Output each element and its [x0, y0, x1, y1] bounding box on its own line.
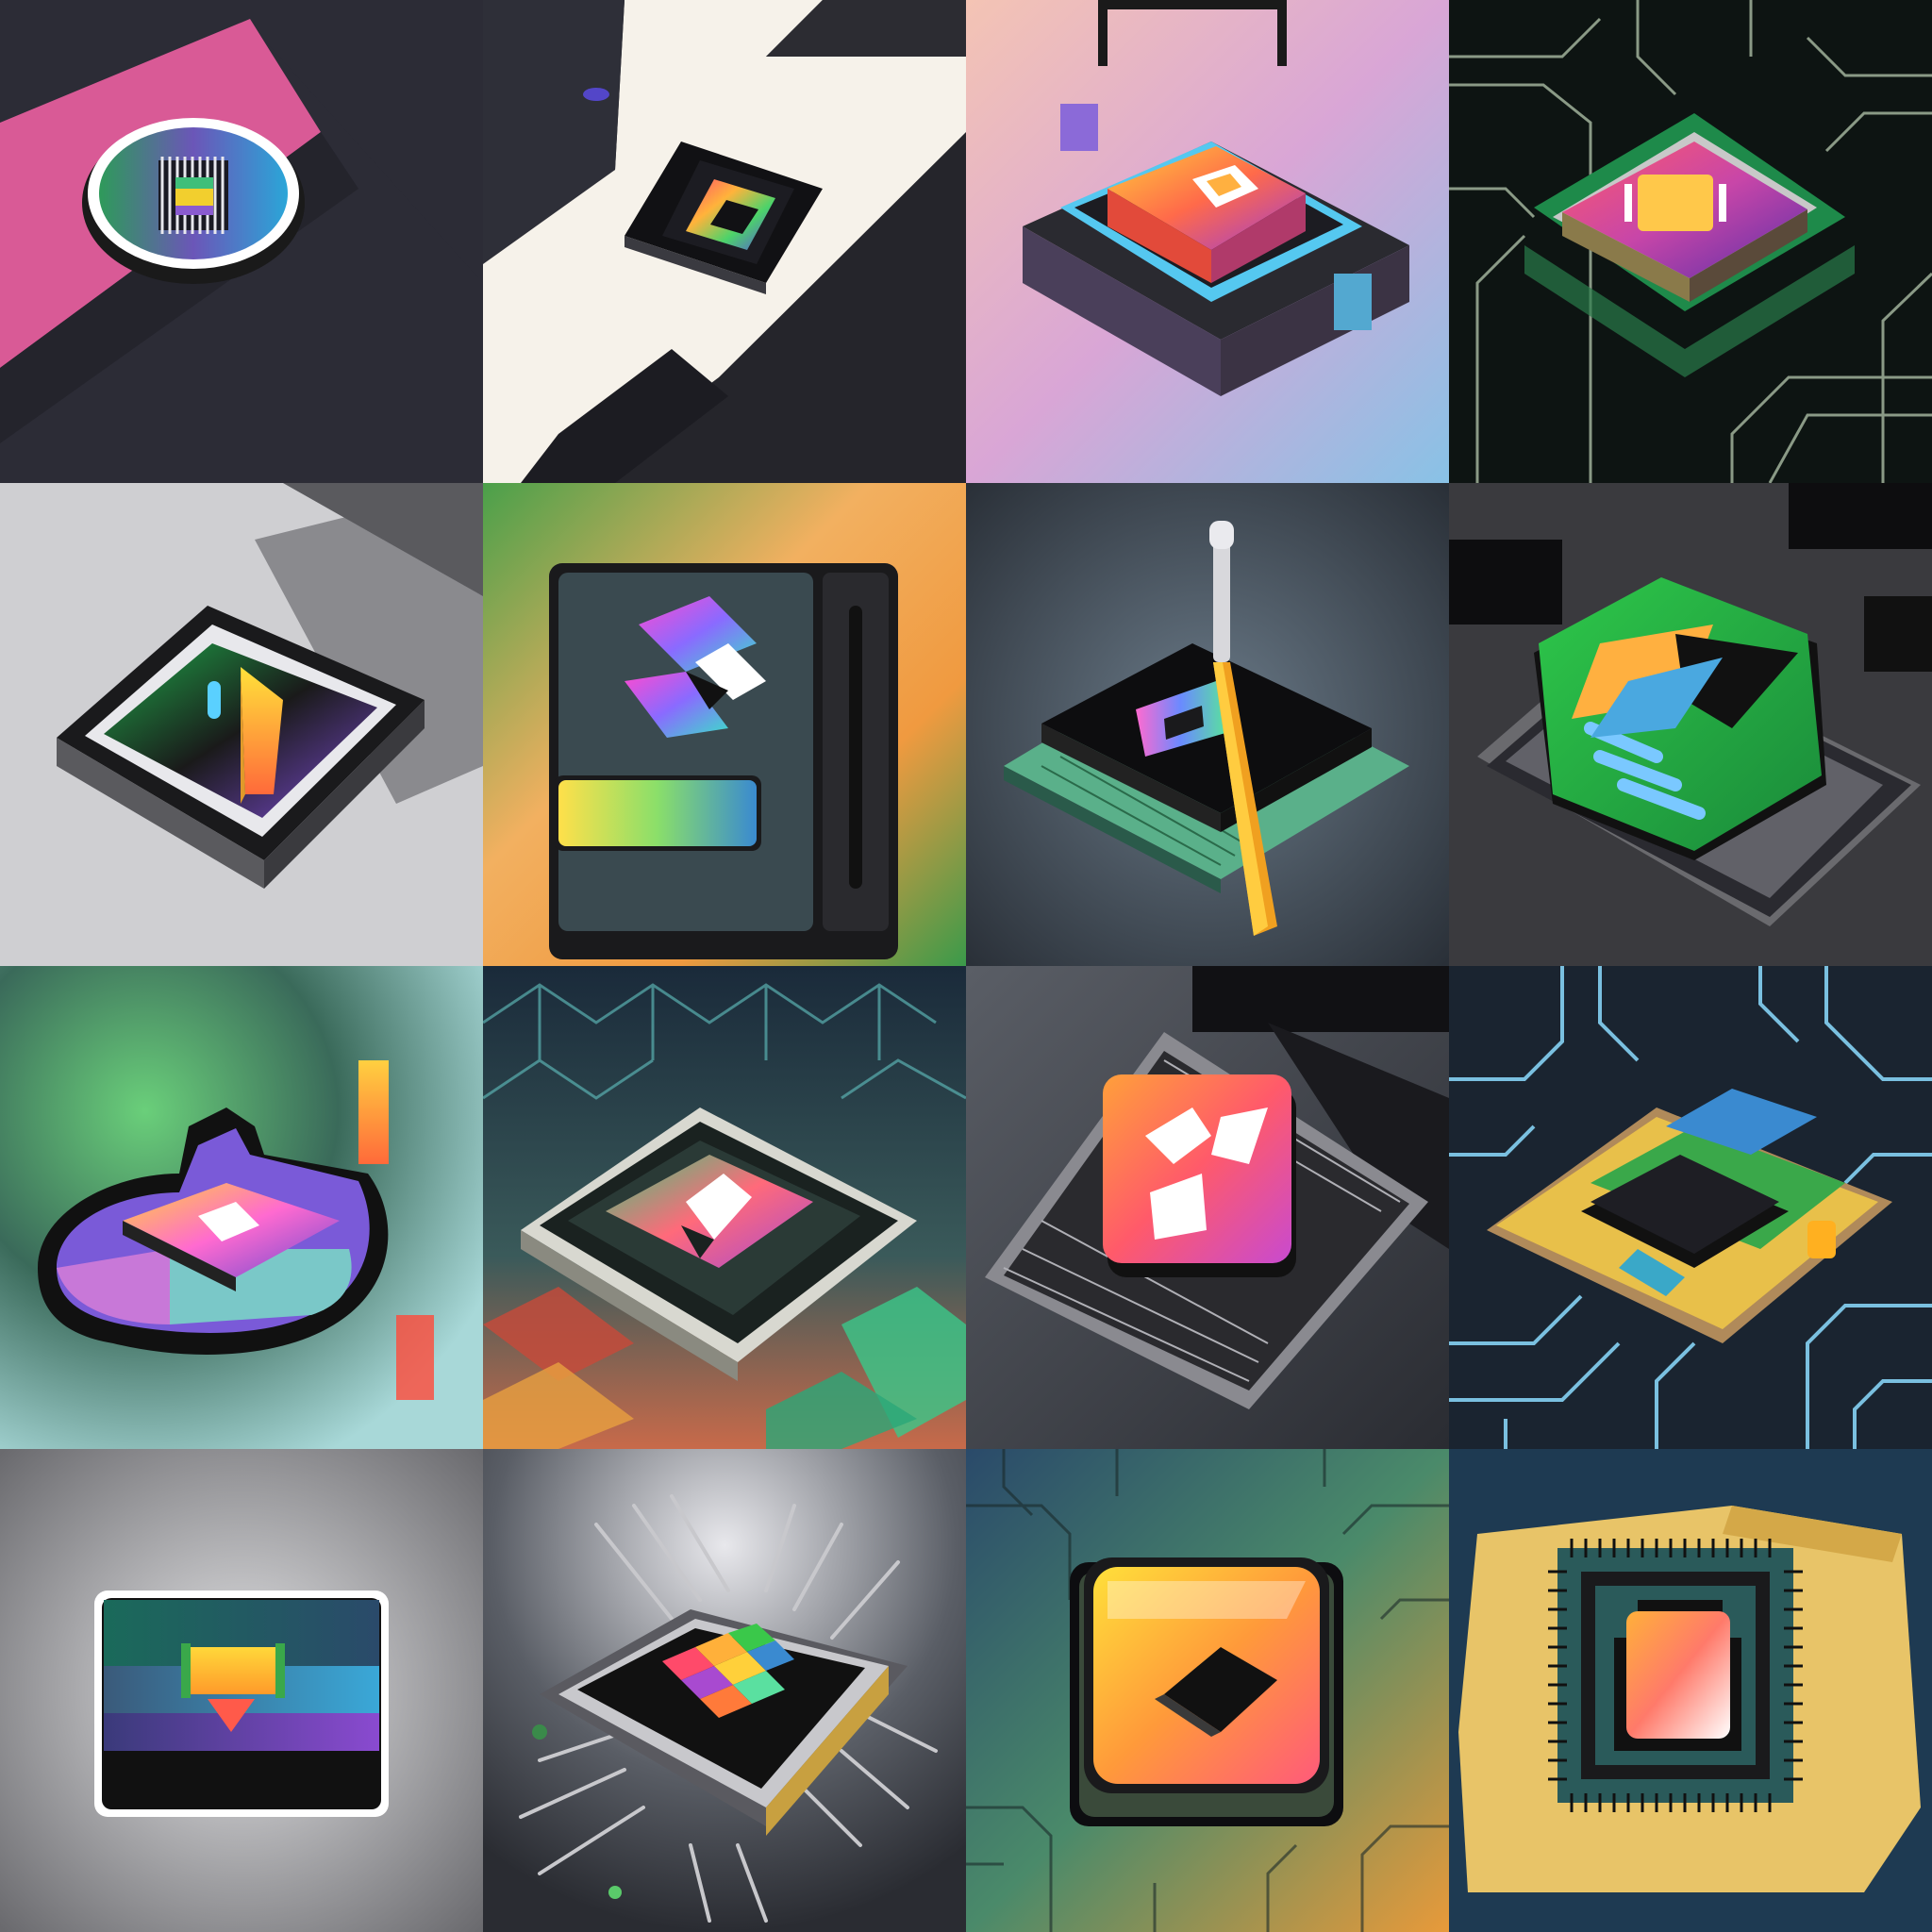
silver-chip-rainbow-grid-icon	[483, 1449, 966, 1932]
gold-paper-teal-chip-icon	[1449, 1449, 1932, 1932]
circuit-board-pink-purple-chip-icon	[1449, 0, 1932, 483]
black-chip-with-screwdriver-icon	[966, 483, 1449, 966]
icon-image-grid	[0, 0, 1932, 1932]
pink-diagonal-oval-chip-icon	[0, 0, 483, 483]
silver-chip-coral-square-icon	[966, 966, 1449, 1449]
glossy-orange-chip-circuit-icon	[966, 1449, 1449, 1932]
blue-traces-layered-chip-icon	[1449, 966, 1932, 1449]
pastel-isometric-gradient-chip-icon	[966, 0, 1449, 483]
striped-badge-shield-icon	[0, 1449, 483, 1932]
geometric-cubes-green-chip-icon	[483, 966, 966, 1449]
purple-teal-blob-gradient-chip-icon	[0, 966, 483, 1449]
grey-diagonal-arrow-chip-icon	[0, 483, 483, 966]
orange-green-device-panel-icon	[483, 483, 966, 966]
white-path-rainbow-cpu-icon	[483, 0, 966, 483]
green-hexagon-glass-chip-icon	[1449, 483, 1932, 966]
